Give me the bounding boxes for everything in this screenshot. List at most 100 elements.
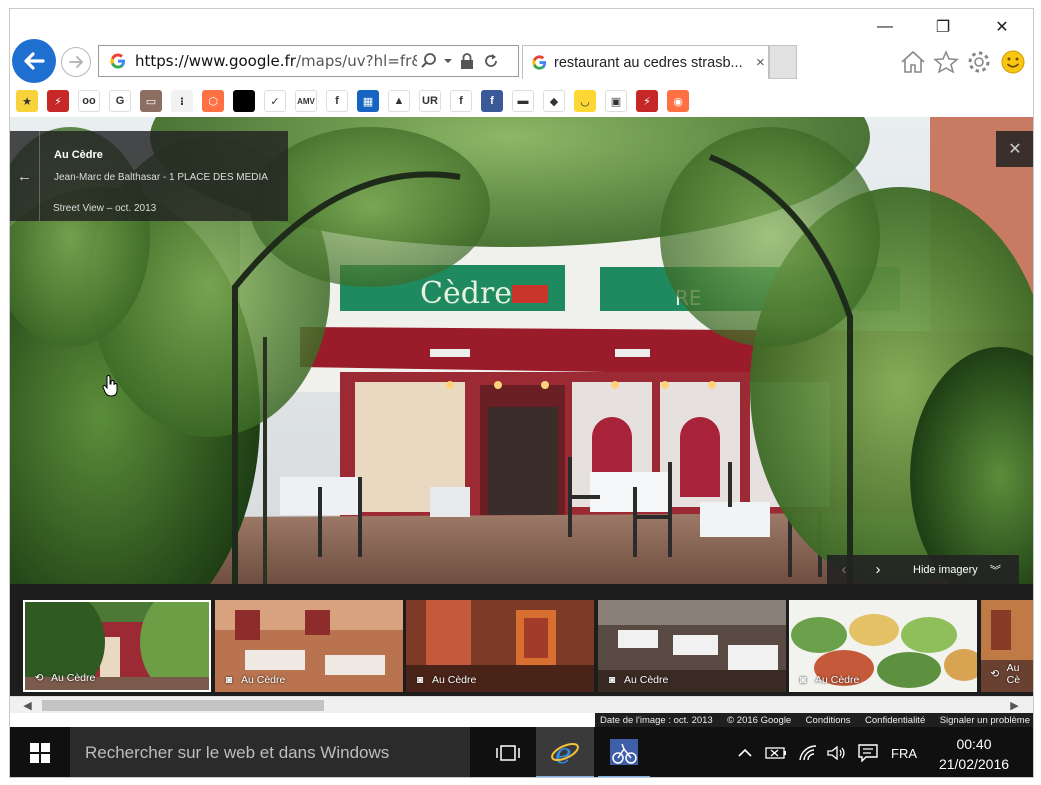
start-button[interactable]: [10, 727, 70, 777]
smiley-icon: [1001, 50, 1025, 74]
restore-button[interactable]: ❐: [913, 9, 973, 45]
volume-tray-icon[interactable]: [822, 727, 850, 777]
scrollbar-thumb[interactable]: [42, 700, 324, 711]
notification-icon: [858, 744, 878, 762]
fav-13-icon[interactable]: f: [450, 90, 472, 112]
thumbnail-4[interactable]: ◙ Au Cèdre: [598, 600, 786, 692]
back-arrow-button[interactable]: ←: [10, 131, 40, 221]
close-window-button[interactable]: ✕: [972, 9, 1032, 45]
fav-nike-icon[interactable]: ✓: [264, 90, 286, 112]
thumbnail-label: ◙ Au Cèdre: [606, 674, 669, 686]
sign-text-left: Cèdre: [420, 276, 512, 311]
fav-f-icon[interactable]: f: [326, 90, 348, 112]
fav-ur-icon[interactable]: UR: [419, 90, 441, 112]
internet-explorer-icon: e: [551, 737, 579, 767]
minimize-button[interactable]: —: [855, 9, 915, 45]
google-favicon-icon: [105, 52, 131, 70]
next-image-button[interactable]: ›: [861, 555, 895, 584]
search-icon[interactable]: [417, 52, 441, 70]
taskbar-internet-explorer[interactable]: e: [536, 727, 594, 777]
lock-icon[interactable]: [455, 52, 479, 70]
fav-7-icon[interactable]: [233, 90, 255, 112]
close-icon: ✕: [1008, 141, 1022, 158]
wifi-icon: [799, 745, 817, 761]
clock-date: 21/02/2016: [938, 756, 1010, 772]
input-language-indicator[interactable]: FRA: [886, 727, 922, 777]
fav-star-icon[interactable]: ★: [16, 90, 38, 112]
hide-imagery-button[interactable]: Hide imagery: [913, 564, 978, 576]
action-center-button[interactable]: [854, 727, 882, 777]
thumbnail-3[interactable]: ◙ Au Cèdre: [406, 600, 594, 692]
fav-4-icon[interactable]: ▭: [140, 90, 162, 112]
smiley-feedback-button[interactable]: [998, 47, 1028, 77]
chevron-up-icon: [738, 748, 752, 757]
thumbnail-label-text: Au Cè: [1006, 662, 1021, 686]
privacy-link[interactable]: Confidentialité: [865, 715, 925, 726]
tab-close-button[interactable]: ×: [756, 54, 765, 71]
camera-icon: ◙: [225, 674, 233, 686]
camera-icon: ◙: [799, 674, 807, 686]
left-arrow-icon: ←: [17, 167, 32, 185]
network-tray-icon[interactable]: [794, 727, 822, 777]
fav-15-icon[interactable]: ▬: [512, 90, 534, 112]
address-bar[interactable]: https://www.google.fr/maps/uv?hl=fr&pb=: [98, 45, 519, 77]
fav-amv-icon[interactable]: AMV: [295, 90, 317, 112]
show-hidden-icons-button[interactable]: [734, 727, 756, 777]
new-tab-button[interactable]: [769, 45, 797, 79]
thumbnail-label: ◙ Au Cèdre: [414, 674, 477, 686]
star-icon: [933, 50, 959, 74]
battery-tray-icon[interactable]: [762, 727, 790, 777]
place-name[interactable]: Au Cèdre: [54, 149, 103, 161]
fav-11-icon[interactable]: ▲: [388, 90, 410, 112]
forward-button[interactable]: [61, 47, 91, 77]
fav-google-icon[interactable]: G: [109, 90, 131, 112]
street-view-panorama[interactable]: Cèdre RE: [10, 117, 1033, 584]
camera-icon: ◙: [416, 674, 424, 686]
dropdown-arrow-icon[interactable]: [441, 57, 455, 65]
fav-17-icon[interactable]: ◡: [574, 90, 596, 112]
refresh-icon[interactable]: [479, 52, 503, 70]
taskbar-search-box[interactable]: Rechercher sur le web et dans Windows: [70, 727, 470, 777]
fav-20-icon[interactable]: ◉: [667, 90, 689, 112]
back-button[interactable]: [12, 39, 56, 83]
fav-facebook-icon[interactable]: f: [481, 90, 503, 112]
double-chevron-down-icon[interactable]: ︾: [990, 562, 1001, 578]
fav-10-icon[interactable]: ▦: [357, 90, 379, 112]
conditions-link[interactable]: Conditions: [806, 715, 851, 726]
fav-6-icon[interactable]: ⬡: [202, 90, 224, 112]
browser-window: — ❐ ✕ https://www.google.fr/maps/uv?hl=f…: [9, 8, 1034, 778]
place-info-card: ← Au Cèdre Jean-Marc de Balthasar - 1 PL…: [10, 131, 288, 221]
fav-16-icon[interactable]: ◆: [543, 90, 565, 112]
home-button[interactable]: [898, 47, 928, 77]
url-text[interactable]: https://www.google.fr/maps/uv?hl=fr&pb=: [135, 52, 417, 70]
thumbnail-label-text: Au Cèdre: [51, 672, 96, 684]
thumbnail-6[interactable]: ⟲ Au Cè: [981, 600, 1033, 692]
report-problem-link[interactable]: Signaler un problème: [940, 715, 1030, 726]
battery-icon: [765, 747, 786, 759]
filmstrip-scrollbar[interactable]: ◀ ▶: [10, 696, 1033, 714]
thumbnail-label-text: Au Cèdre: [241, 674, 286, 686]
thumbnail-1[interactable]: ⟲ Au Cèdre: [23, 600, 211, 692]
fav-18-icon[interactable]: ▣: [605, 90, 627, 112]
tab-google-favicon-icon: [531, 54, 548, 71]
settings-button[interactable]: [964, 47, 994, 77]
favorites-button[interactable]: [931, 47, 961, 77]
fav-tripadvisor-icon[interactable]: oo: [78, 90, 100, 112]
360-icon: ⟲: [990, 668, 1000, 680]
fav-1-icon[interactable]: ⚡: [47, 90, 69, 112]
url-path: /maps/uv?hl=fr&pb=: [295, 52, 417, 70]
previous-image-button[interactable]: ‹: [827, 555, 861, 584]
back-arrow-icon: [24, 52, 45, 70]
task-view-icon: [496, 745, 520, 761]
scroll-left-arrow-icon[interactable]: ◀: [19, 697, 36, 714]
task-view-button[interactable]: [480, 727, 536, 777]
close-street-view-button[interactable]: ✕: [996, 131, 1033, 167]
taskbar-app[interactable]: [598, 727, 650, 777]
thumbnail-5[interactable]: ◙ Au Cèdre: [789, 600, 977, 692]
scroll-right-arrow-icon[interactable]: ▶: [1006, 697, 1023, 714]
thumbnail-2[interactable]: ◙ Au Cèdre: [215, 600, 403, 692]
taskbar-clock[interactable]: 00:40 21/02/2016: [928, 727, 1020, 777]
fav-19-icon[interactable]: ⚡: [636, 90, 658, 112]
fav-5-icon[interactable]: ⁝: [171, 90, 193, 112]
browser-tab[interactable]: restaurant au cedres strasb... ×: [522, 45, 769, 79]
